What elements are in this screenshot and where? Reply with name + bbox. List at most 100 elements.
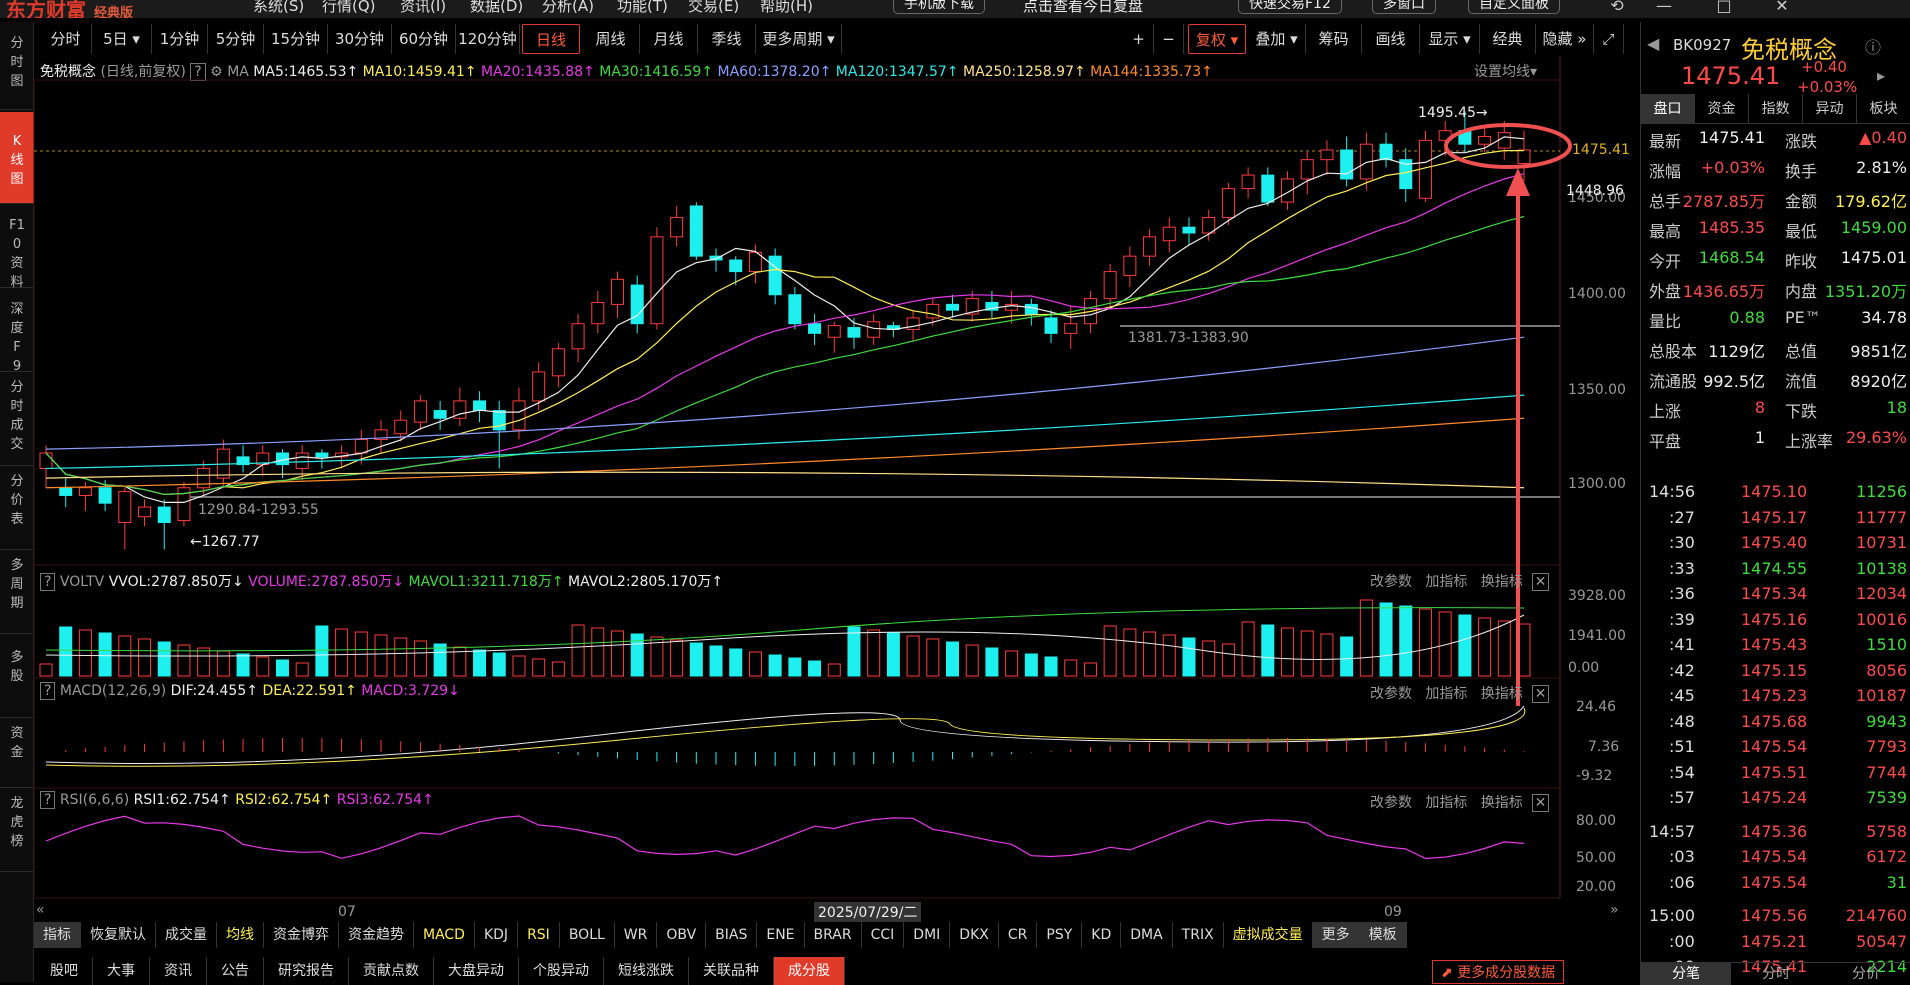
tick-volume: 11256 (1856, 482, 1907, 501)
bottom-tab-10[interactable]: 成分股 (774, 957, 845, 985)
indicator-tab-2[interactable]: 成交量 (156, 922, 217, 948)
stat-value: 1459.00 (1840, 218, 1907, 237)
indicator-tab-8[interactable]: RSI (518, 922, 560, 948)
stat-label: 平盘 (1649, 432, 1682, 451)
maximize-icon[interactable]: □ (1712, 0, 1736, 15)
minimize-icon[interactable]: — (1652, 0, 1676, 15)
indicator-tab-24[interactable]: 更多 (1312, 922, 1360, 948)
indicator-tab-21[interactable]: DMA (1121, 922, 1173, 948)
quote-tab-0[interactable]: 盘口 (1641, 94, 1695, 123)
indicator-tab-10[interactable]: WR (615, 922, 658, 948)
indicator-tab-6[interactable]: MACD (414, 922, 475, 948)
tick-footer-tab-2[interactable]: 分价 (1821, 963, 1910, 985)
vol-add-button[interactable]: 加指标 (1425, 574, 1467, 590)
quote-tab-3[interactable]: 异动 (1803, 94, 1857, 123)
candle-body (394, 419, 408, 435)
ma-line (45, 173, 1525, 496)
indicator-tab-16[interactable]: DMI (904, 922, 951, 948)
macd-close-icon[interactable]: ✕ (1531, 685, 1550, 703)
rsi-swap-button[interactable]: 换指标 (1481, 795, 1523, 811)
tick-time: :57 (1669, 788, 1695, 807)
indicator-tab-3[interactable]: 均线 (217, 922, 264, 948)
indicator-tab-17[interactable]: DKX (950, 922, 999, 948)
support-zone-high: 1381.73-1383.90 (1128, 330, 1249, 346)
tick-row: :30 1475.40 10731 (1649, 533, 1907, 557)
stat-label: 最高 (1649, 222, 1682, 241)
volume-bar (1497, 620, 1511, 677)
volume-bar (906, 635, 920, 677)
candle-body (1478, 135, 1492, 145)
macd-help-icon[interactable]: ? (40, 682, 56, 700)
volume-bar (1340, 636, 1354, 677)
candle-body (689, 205, 703, 257)
bottom-tab-5[interactable]: 贡献点数 (349, 957, 434, 985)
info-icon[interactable]: ⓘ (1865, 34, 1881, 58)
indicator-tab-20[interactable]: KD (1082, 922, 1122, 948)
bottom-tab-3[interactable]: 公告 (207, 957, 264, 985)
candle-body (847, 327, 861, 338)
tick-volume: 9943 (1866, 711, 1907, 731)
quote-tab-1[interactable]: 资金 (1695, 94, 1749, 123)
rsi-params-button[interactable]: 改参数 (1370, 795, 1412, 811)
tick-footer-tab-1[interactable]: 分时 (1731, 963, 1821, 985)
stat-value: 1475.01 (1840, 248, 1907, 267)
macd-params-button[interactable]: 改参数 (1370, 686, 1412, 702)
bottom-tab-1[interactable]: 大事 (93, 957, 150, 985)
dea-value: DEA:22.591↑ (262, 683, 357, 699)
scroll-left-icon[interactable]: « (36, 902, 45, 918)
vol-close-icon[interactable]: ✕ (1531, 573, 1550, 591)
vol-swap-button[interactable]: 换指标 (1481, 574, 1523, 590)
indicator-tab-18[interactable]: CR (999, 922, 1038, 948)
tick-footer-tab-0[interactable]: 分笔 (1641, 963, 1731, 985)
volume-bar (197, 647, 211, 677)
vol-help-icon[interactable]: ? (40, 573, 56, 591)
bottom-tab-8[interactable]: 短线涨跌 (604, 957, 689, 985)
bottom-tab-2[interactable]: 资讯 (150, 957, 207, 985)
indicator-tab-23[interactable]: 虚拟成交量 (1224, 922, 1313, 948)
indicator-tab-9[interactable]: BOLL (560, 922, 615, 948)
scroll-right-icon[interactable]: » (1610, 902, 1619, 918)
candle-body (1064, 323, 1078, 334)
bottom-tab-9[interactable]: 关联品种 (689, 957, 774, 985)
collapse-panel-icon[interactable]: ▸ (1877, 66, 1885, 85)
indicator-tab-14[interactable]: BRAR (805, 922, 862, 948)
vol-tick-max: 3928.00 (1568, 588, 1626, 604)
vol-params-button[interactable]: 改参数 (1370, 574, 1412, 590)
candle-body (1182, 226, 1196, 234)
stat-value: 0.88 (1729, 308, 1765, 327)
bottom-tab-0[interactable]: 股吧 (36, 957, 93, 985)
volume-bar (394, 637, 408, 677)
rsi-add-button[interactable]: 加指标 (1425, 795, 1467, 811)
macd-add-button[interactable]: 加指标 (1425, 686, 1467, 702)
bottom-tab-4[interactable]: 研究报告 (264, 957, 349, 985)
indicator-tab-19[interactable]: PSY (1037, 922, 1083, 948)
indicator-tab-5[interactable]: 资金趋势 (339, 922, 414, 948)
indicator-tab-15[interactable]: CCI (862, 922, 905, 948)
rsi-tick-80: 80.00 (1576, 813, 1617, 829)
candle-body (315, 452, 329, 458)
quote-tab-4[interactable]: 板块 (1857, 94, 1910, 123)
rsi-help-icon[interactable]: ? (40, 791, 56, 809)
macd-name: MACD(12,26,9) (59, 683, 167, 699)
bottom-tab-6[interactable]: 大盘异动 (434, 957, 519, 985)
indicator-tab-0[interactable]: 指标 (34, 922, 81, 948)
indicator-tab-4[interactable]: 资金博弈 (264, 922, 339, 948)
volume-bar (1300, 630, 1314, 677)
bottom-tab-7[interactable]: 个股异动 (519, 957, 604, 985)
close-icon[interactable]: ✕ (1770, 0, 1794, 15)
rsi-close-icon[interactable]: ✕ (1531, 794, 1550, 812)
candle-body (354, 439, 368, 454)
candle-body (808, 323, 822, 334)
candle-body (827, 325, 841, 338)
indicator-tab-1[interactable]: 恢复默认 (81, 922, 156, 948)
indicator-tab-12[interactable]: BIAS (706, 922, 758, 948)
indicator-tab-22[interactable]: TRIX (1173, 922, 1224, 948)
indicator-tab-7[interactable]: KDJ (475, 922, 519, 948)
indicator-tab-25[interactable]: 模板 (1359, 922, 1407, 948)
more-components-button[interactable]: ⬈ 更多成分股数据 (1432, 960, 1565, 984)
indicator-tab-13[interactable]: ENE (757, 922, 805, 948)
quote-tab-2[interactable]: 指数 (1749, 94, 1803, 123)
indicator-tab-11[interactable]: OBV (657, 922, 707, 948)
panel-prev-icon[interactable]: ◀ (1647, 34, 1659, 53)
macd-swap-button[interactable]: 换指标 (1481, 686, 1523, 702)
